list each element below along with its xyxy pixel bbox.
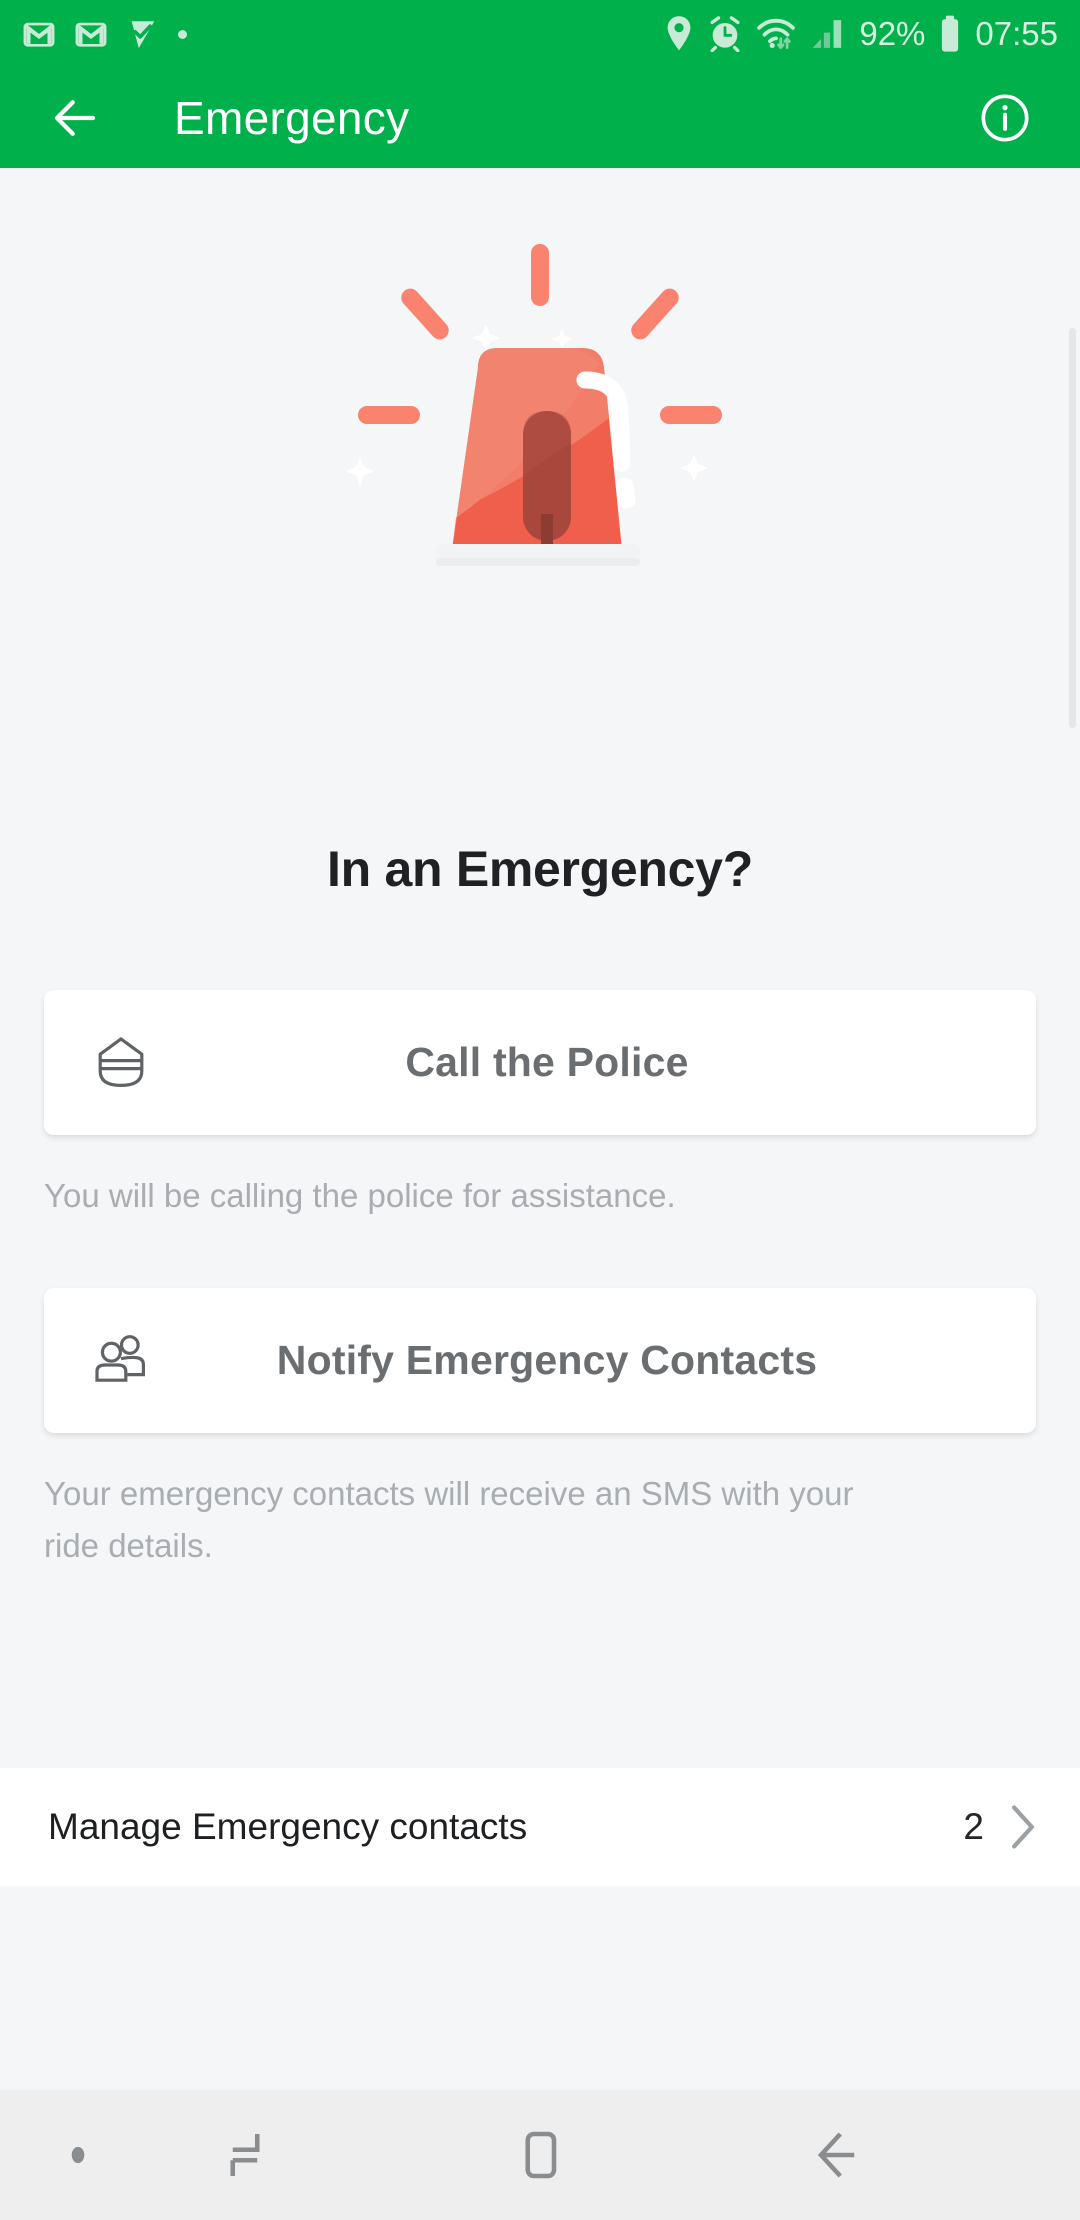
status-bar-left-icons bbox=[22, 17, 187, 51]
location-pin-icon bbox=[663, 15, 695, 53]
home-icon bbox=[525, 2131, 557, 2179]
arrow-left-icon bbox=[54, 100, 96, 136]
manage-emergency-contacts-row[interactable]: Manage Emergency contacts 2 bbox=[0, 1768, 1080, 1886]
dot-indicator-icon bbox=[178, 29, 187, 39]
chevron-right-icon[interactable] bbox=[1006, 1804, 1040, 1850]
info-circle-icon bbox=[981, 94, 1029, 142]
scrollbar[interactable] bbox=[1069, 328, 1076, 728]
battery-icon bbox=[938, 15, 962, 53]
people-contacts-icon bbox=[86, 1326, 156, 1396]
nav-recents-button[interactable] bbox=[200, 2110, 290, 2200]
hero-heading: In an Emergency? bbox=[327, 841, 753, 897]
back-button[interactable] bbox=[48, 91, 102, 145]
status-bar-right-icons: 92% 07:55 bbox=[663, 15, 1058, 53]
nav-dot-icon[interactable] bbox=[48, 2125, 108, 2185]
manage-contacts-trailing: 2 bbox=[963, 1804, 1040, 1850]
battery-percent-label: 92% bbox=[859, 15, 926, 52]
page-title: Emergency bbox=[174, 92, 410, 144]
gmail-icon bbox=[74, 17, 108, 51]
manage-contacts-label: Manage Emergency contacts bbox=[48, 1806, 528, 1847]
notify-emergency-contacts-button[interactable]: Notify Emergency Contacts bbox=[44, 1288, 1036, 1433]
status-bar: 92% 07:55 bbox=[0, 0, 1080, 68]
content-bottom-spacer bbox=[0, 1886, 1080, 2090]
nav-back-button[interactable] bbox=[790, 2110, 880, 2200]
wifi-icon bbox=[755, 15, 797, 53]
cellular-signal-icon bbox=[810, 17, 846, 51]
alarm-clock-icon bbox=[708, 16, 742, 52]
gmail-icon bbox=[22, 17, 56, 51]
recents-icon bbox=[230, 2134, 260, 2176]
call-police-button[interactable]: Call the Police bbox=[44, 990, 1036, 1135]
app-bar: Emergency bbox=[0, 68, 1080, 168]
info-button[interactable] bbox=[978, 91, 1032, 145]
emergency-screen: 92% 07:55 Emergency In an Emergency? Cal… bbox=[0, 0, 1080, 2220]
police-cap-icon bbox=[86, 1028, 156, 1098]
tasks-check-icon bbox=[126, 17, 160, 51]
notify-contacts-label: Notify Emergency Contacts bbox=[276, 1337, 818, 1383]
notify-contacts-description: Your emergency contacts will receive an … bbox=[44, 1475, 854, 1564]
android-navigation-bar bbox=[0, 2090, 1080, 2220]
call-police-description: You will be calling the police for assis… bbox=[44, 1177, 676, 1214]
clock-label: 07:55 bbox=[975, 15, 1058, 52]
nav-home-button[interactable] bbox=[495, 2110, 585, 2200]
call-police-label: Call the Police bbox=[405, 1039, 689, 1085]
contacts-count-badge: 2 bbox=[963, 1806, 984, 1847]
emergency-siren-light-illustration bbox=[330, 228, 750, 588]
back-arrow-icon bbox=[817, 2132, 855, 2178]
